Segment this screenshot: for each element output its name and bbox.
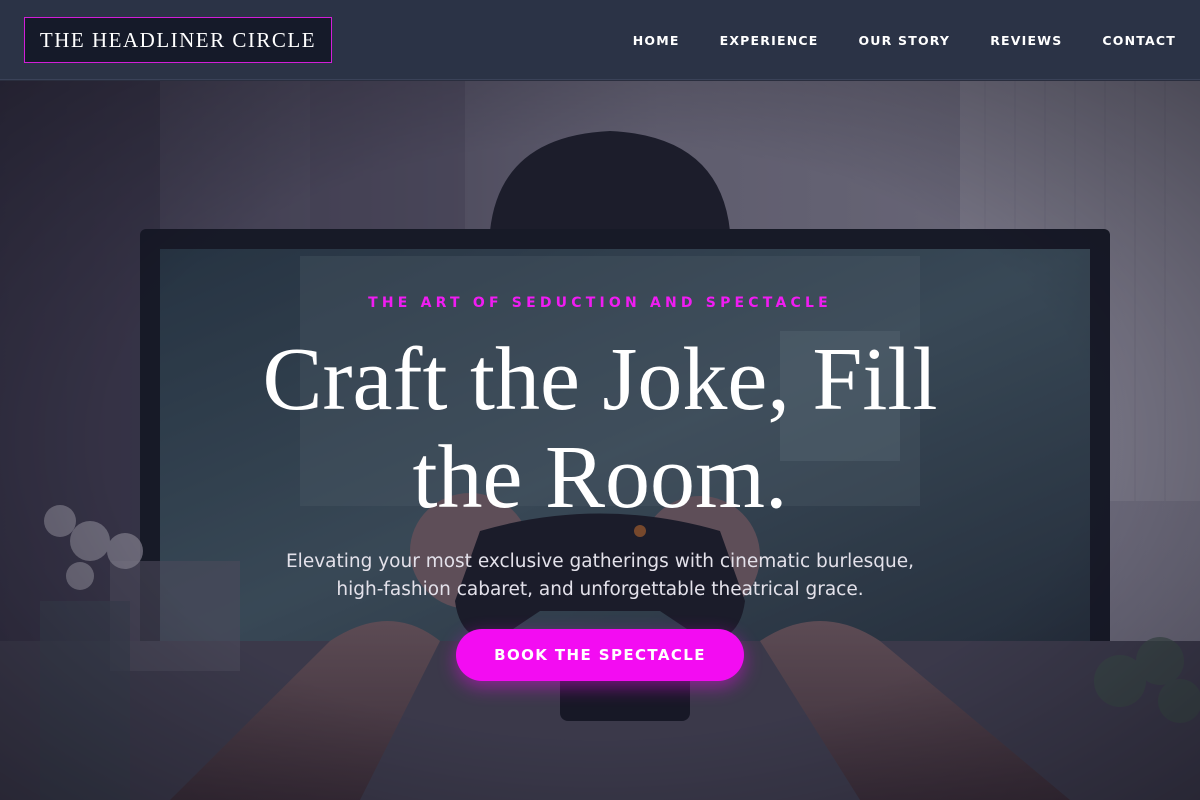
- hero-section: THE ART OF SEDUCTION AND SPECTACLE Craft…: [0, 81, 1200, 800]
- nav-contact-link[interactable]: CONTACT: [1102, 33, 1176, 48]
- nav-our-story-link[interactable]: OUR STORY: [858, 33, 950, 48]
- hero-content: THE ART OF SEDUCTION AND SPECTACLE Craft…: [0, 81, 1200, 800]
- hero-kicker: THE ART OF SEDUCTION AND SPECTACLE: [368, 295, 832, 311]
- book-spectacle-button[interactable]: BOOK THE SPECTACLE: [456, 629, 744, 681]
- main-nav: HOME EXPERIENCE OUR STORY REVIEWS CONTAC…: [633, 0, 1176, 80]
- site-logo[interactable]: THE HEADLINER CIRCLE: [24, 17, 332, 63]
- nav-reviews-link[interactable]: REVIEWS: [990, 33, 1062, 48]
- hero-subtitle: Elevating your most exclusive gatherings…: [285, 551, 915, 600]
- nav-experience-link[interactable]: EXPERIENCE: [720, 33, 819, 48]
- nav-home-link[interactable]: HOME: [633, 33, 680, 48]
- site-header: THE HEADLINER CIRCLE HOME EXPERIENCE OUR…: [0, 0, 1200, 80]
- hero-headline: Craft the Joke, Fill the Room.: [262, 330, 938, 527]
